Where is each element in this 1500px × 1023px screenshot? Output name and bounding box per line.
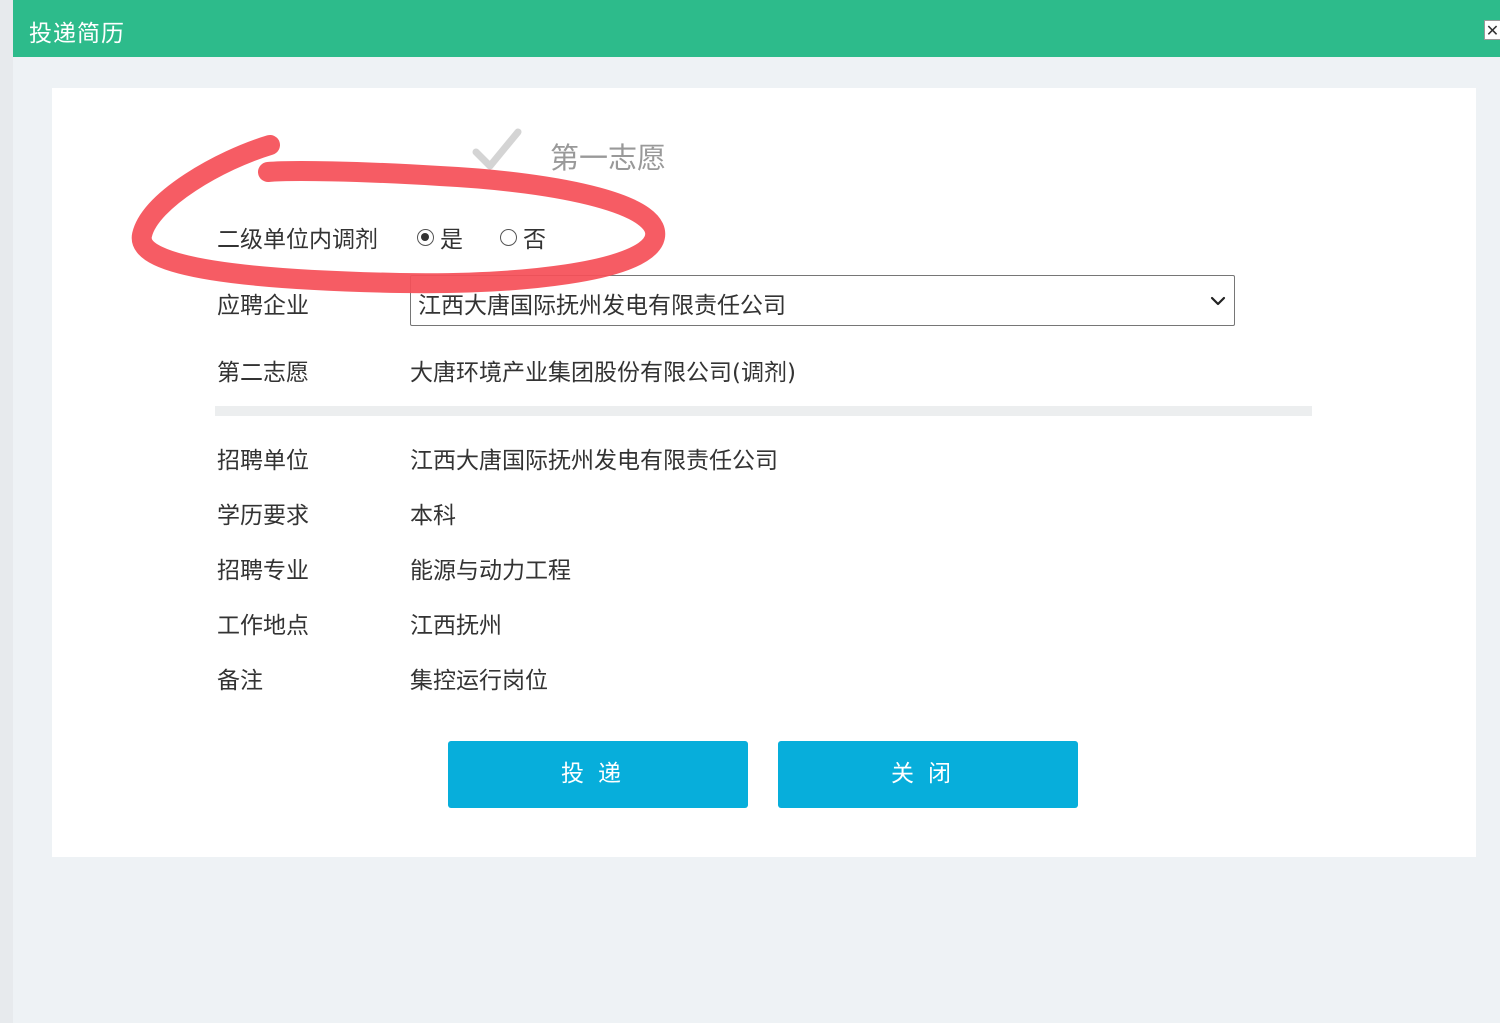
close-icon[interactable]: ✕ (1484, 20, 1500, 40)
detail-label: 招聘专业 (217, 558, 309, 584)
transfer-radio-group: 是 否 (417, 220, 583, 254)
detail-label: 备注 (217, 668, 263, 694)
close-button[interactable]: 关闭 (778, 741, 1078, 808)
company-label: 应聘企业 (217, 293, 309, 319)
form-panel: 第一志愿 二级单位内调剂 是 否 应聘企业 江西大唐国际抚州发电有限责任公司 第… (52, 88, 1476, 857)
section-divider (215, 406, 1312, 416)
radio-no[interactable]: 否 (500, 220, 546, 254)
radio-yes-button[interactable] (417, 228, 434, 246)
radio-yes-label: 是 (440, 227, 463, 253)
detail-label: 招聘单位 (217, 448, 309, 474)
background-page-edge (0, 0, 14, 1023)
first-choice-label: 第一志愿 (550, 141, 667, 175)
chevron-down-icon (1210, 296, 1226, 306)
detail-value: 江西大唐国际抚州发电有限责任公司 (410, 448, 778, 474)
company-select[interactable]: 江西大唐国际抚州发电有限责任公司 (410, 275, 1235, 326)
radio-yes[interactable]: 是 (417, 220, 463, 254)
submit-resume-dialog: 投递简历 ✕ 第一志愿 二级单位内调剂 是 否 应聘企业 江西大唐国际抚州发电有… (13, 0, 1500, 1023)
detail-value: 能源与动力工程 (410, 558, 571, 584)
second-choice-value: 大唐环境产业集团股份有限公司(调剂) (410, 360, 796, 386)
detail-value: 江西抚州 (410, 613, 502, 639)
transfer-label: 二级单位内调剂 (217, 227, 378, 253)
company-select-value: 江西大唐国际抚州发电有限责任公司 (418, 293, 786, 319)
radio-no-button[interactable] (500, 228, 517, 246)
detail-value: 集控运行岗位 (410, 668, 548, 694)
dialog-title: 投递简历 (29, 21, 125, 47)
detail-value: 本科 (410, 503, 456, 529)
submit-button[interactable]: 投递 (448, 741, 748, 808)
dialog-titlebar: 投递简历 ✕ (13, 0, 1500, 57)
detail-label: 工作地点 (217, 613, 309, 639)
second-choice-label: 第二志愿 (217, 360, 309, 386)
checkmark-icon (472, 128, 522, 170)
radio-no-label: 否 (523, 227, 546, 253)
detail-label: 学历要求 (217, 503, 309, 529)
